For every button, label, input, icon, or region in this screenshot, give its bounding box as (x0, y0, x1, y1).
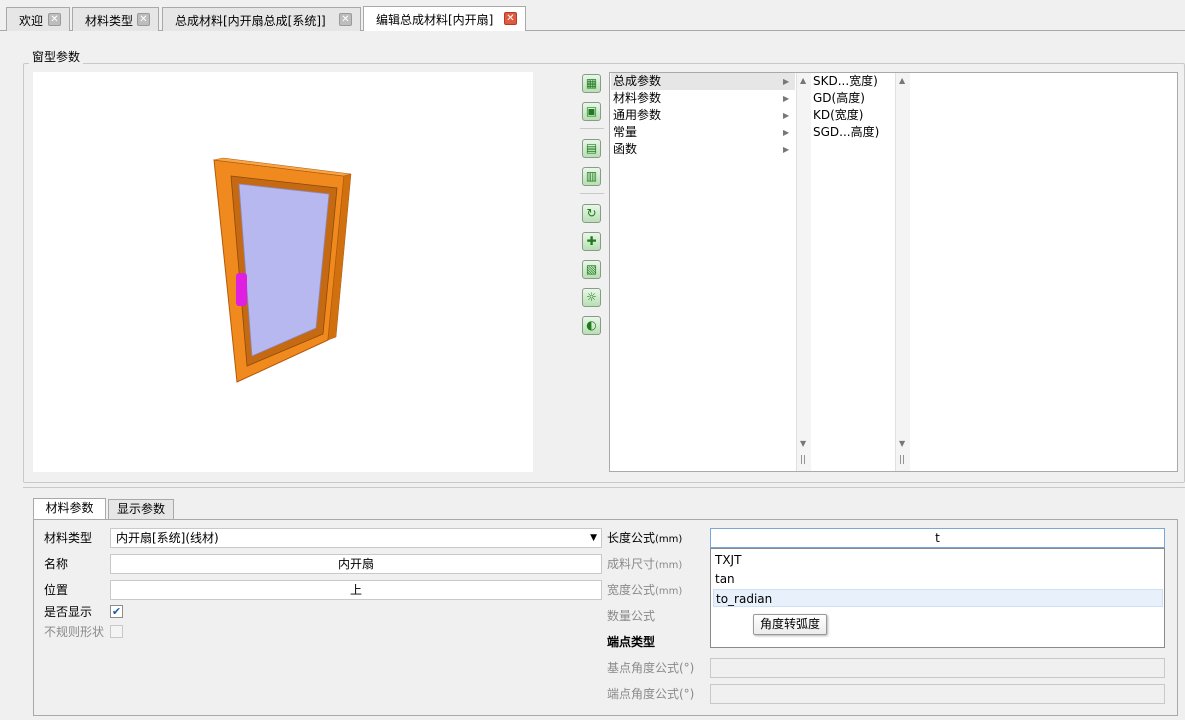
tab-label: 编辑总成材料[内开扇] (376, 13, 494, 27)
length-formula-input[interactable]: t (710, 528, 1165, 548)
unit-text: (mm) (655, 534, 683, 545)
tab-label: 总成材料[内开扇总成[系统]] (175, 14, 326, 28)
category-label: 总成参数 (613, 74, 662, 88)
resize-grip-icon[interactable]: || (800, 455, 806, 465)
category-label: 常量 (613, 125, 638, 139)
base-angle-input[interactable] (710, 658, 1165, 678)
light-icon[interactable]: ☼ (582, 288, 601, 307)
end-angle-input[interactable] (710, 684, 1165, 704)
list-item[interactable]: 函数 ▶ (611, 141, 795, 158)
refresh-icon[interactable]: ↻ (582, 204, 601, 223)
toolbar-separator (580, 193, 604, 194)
category-scrollbar[interactable]: ▲ ▼ || (796, 73, 811, 471)
irregular-shape-checkbox[interactable] (110, 625, 123, 638)
scroll-up-icon[interactable]: ▲ (899, 76, 905, 85)
add-icon[interactable]: ✚ (582, 232, 601, 251)
base-angle-label: 基点角度公式(°) (607, 661, 695, 675)
scroll-down-icon[interactable]: ▼ (899, 439, 905, 448)
detail-list[interactable] (910, 73, 1177, 471)
image-icon[interactable]: ▣ (582, 102, 601, 121)
list-item[interactable]: 通用参数 ▶ (611, 107, 795, 124)
list-item[interactable]: SKD...宽度) (813, 73, 878, 90)
select-value: 内开扇[系统](线材) (116, 531, 219, 545)
position-field[interactable]: 上 (110, 580, 602, 600)
list-item[interactable]: 常量 ▶ (611, 124, 795, 141)
tab-edit-assembly-material[interactable]: 编辑总成材料[内开扇] ✕ (363, 6, 526, 32)
category-label: 材料参数 (613, 91, 662, 105)
list-item[interactable]: 总成参数 ▶ (611, 73, 795, 90)
length-formula-label: 长度公式(mm) (607, 529, 682, 547)
list-item[interactable]: GD(高度) (813, 90, 865, 107)
resize-grip-icon[interactable]: || (899, 455, 905, 465)
material-type-select[interactable]: 内开扇[系统](线材) ▼ (110, 528, 602, 548)
chevron-right-icon: ▶ (783, 94, 790, 103)
edit-grid-icon[interactable]: ▧ (582, 260, 601, 279)
autocomplete-item[interactable]: tan (713, 570, 1163, 588)
chevron-right-icon: ▶ (783, 128, 790, 137)
autocomplete-item[interactable]: TXJT (713, 551, 1163, 569)
label-text: 长度公式 (607, 531, 656, 545)
list-item[interactable]: KD(宽度) (813, 107, 863, 124)
autocomplete-item-selected[interactable]: to_radian (713, 589, 1163, 607)
tab-display-params[interactable]: 显示参数 (108, 499, 174, 519)
label-text: 成料尺寸 (607, 557, 656, 571)
autocomplete-tooltip: 角度转弧度 (753, 614, 828, 635)
window-3d-preview[interactable] (33, 72, 533, 472)
end-angle-label: 端点角度公式(°) (607, 687, 695, 701)
scroll-up-icon[interactable]: ▲ (800, 76, 806, 85)
position-label: 位置 (44, 583, 69, 597)
material-type-label: 材料类型 (44, 531, 93, 545)
group-legend: 窗型参数 (29, 48, 84, 65)
grid-small-icon[interactable]: ▥ (582, 167, 601, 186)
label-text: 宽度公式 (607, 583, 656, 597)
tab-label: 材料类型 (85, 14, 134, 28)
width-formula-label: 宽度公式(mm) (607, 581, 682, 599)
window-model (213, 157, 352, 383)
chevron-right-icon: ▶ (783, 77, 790, 86)
qty-formula-label: 数量公式 (607, 609, 656, 623)
close-icon[interactable]: ✕ (48, 13, 61, 26)
unit-text: (mm) (655, 560, 683, 571)
parameter-lists-panel: 总成参数 ▶ 材料参数 ▶ 通用参数 ▶ 常量 ▶ 函数 ▶ ▲ ▼ || SK… (609, 72, 1178, 472)
name-label: 名称 (44, 557, 69, 571)
toolbar-separator (580, 128, 604, 129)
chevron-down-icon: ▼ (590, 533, 597, 543)
show-checkbox[interactable]: ✔ (110, 605, 123, 618)
tab-label: 材料参数 (45, 501, 94, 515)
window-handle (236, 273, 247, 306)
close-icon[interactable]: ✕ (504, 12, 517, 25)
document-tab-strip: 欢迎 ✕ 材料类型 ✕ 总成材料[内开扇总成[系统]] ✕ 编辑总成材料[内开扇… (0, 0, 1185, 32)
unit-text: (mm) (655, 586, 683, 597)
chevron-right-icon: ▶ (783, 111, 790, 120)
category-list[interactable]: 总成参数 ▶ 材料参数 ▶ 通用参数 ▶ 常量 ▶ 函数 ▶ (610, 73, 796, 471)
list-item[interactable]: SGD...高度) (813, 124, 879, 141)
tab-material-types[interactable]: 材料类型 ✕ (72, 7, 159, 31)
param-list[interactable]: SKD...宽度) GD(高度) KD(宽度) SGD...高度) (811, 73, 895, 471)
tab-welcome[interactable]: 欢迎 ✕ (6, 7, 70, 31)
irregular-shape-label: 不规则形状 (44, 625, 105, 639)
name-field[interactable]: 内开扇 (110, 554, 602, 574)
tab-label: 显示参数 (116, 502, 165, 516)
chevron-right-icon: ▶ (783, 145, 790, 154)
tab-label: 欢迎 (19, 14, 44, 28)
close-icon[interactable]: ✕ (339, 13, 352, 26)
category-label: 函数 (613, 142, 638, 156)
show-label: 是否显示 (44, 605, 93, 619)
grid-icon[interactable]: ▤ (582, 139, 601, 158)
cut-size-label: 成料尺寸(mm) (607, 555, 682, 573)
calculator-icon[interactable]: ▦ (582, 74, 601, 93)
tab-material-params[interactable]: 材料参数 (33, 498, 106, 520)
tab-assembly-material[interactable]: 总成材料[内开扇总成[系统]] ✕ (162, 7, 361, 31)
param-scrollbar[interactable]: ▲ ▼ || (895, 73, 910, 471)
end-type-label: 端点类型 (607, 635, 656, 649)
category-label: 通用参数 (613, 108, 662, 122)
close-icon[interactable]: ✕ (137, 13, 150, 26)
palette-icon[interactable]: ◐ (582, 316, 601, 335)
list-item[interactable]: 材料参数 ▶ (611, 90, 795, 107)
scroll-down-icon[interactable]: ▼ (800, 439, 806, 448)
